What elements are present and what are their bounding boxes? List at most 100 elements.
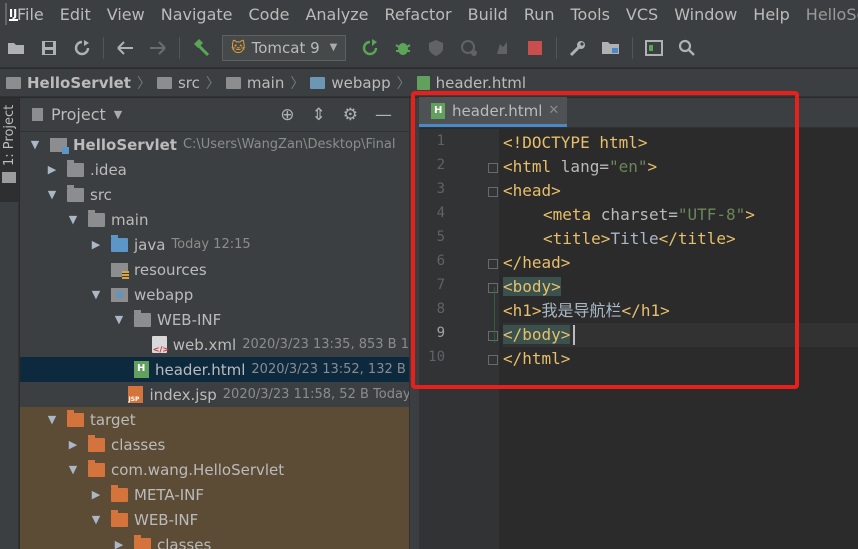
chevron-down-icon[interactable]: ▼ — [66, 463, 80, 476]
chevron-down-icon[interactable]: ▼ — [112, 313, 126, 326]
breadcrumb-webapp[interactable]: webapp — [310, 74, 391, 92]
code-line-5: <title>Title</title> — [543, 227, 736, 251]
fold-marker-icon[interactable] — [488, 355, 498, 365]
locate-crosshair-icon[interactable]: ⊕ — [280, 105, 294, 125]
save-all-icon[interactable] — [37, 36, 61, 60]
chevron-right-icon[interactable]: ▶ — [89, 488, 103, 501]
code-token: "UTF-8" — [677, 205, 746, 224]
code-area[interactable]: <!DOCTYPE html> <html lang="en"> <head> … — [503, 129, 858, 549]
menu-vcs[interactable]: VCS — [626, 5, 658, 24]
chevron-down-icon[interactable]: ▼ — [89, 288, 103, 301]
hide-minus-icon[interactable]: — — [375, 105, 392, 125]
tree-item-meta-inf[interactable]: ▶ META-INF — [20, 482, 409, 507]
menu-run[interactable]: Run — [524, 5, 555, 24]
fold-marker-icon[interactable] — [488, 331, 498, 341]
sync-icon[interactable] — [70, 36, 94, 60]
chevron-down-icon[interactable]: ▼ — [114, 108, 122, 121]
breadcrumb-label: src — [177, 73, 200, 92]
editor-tab-header-html[interactable]: header.html ✕ — [419, 97, 568, 127]
menu-file[interactable]: File — [17, 5, 44, 24]
back-arrow-icon[interactable] — [113, 36, 137, 60]
chevron-right-icon[interactable]: ▶ — [89, 238, 103, 251]
tree-item-artifact[interactable]: ▼ com.wang.HelloServlet — [20, 457, 409, 482]
tree-item-target[interactable]: ▼ target — [20, 407, 409, 432]
menu-view[interactable]: View — [107, 5, 145, 24]
tree-item-resources[interactable]: ▶ resources — [20, 257, 409, 282]
breadcrumb-label: main — [246, 73, 285, 92]
search-icon[interactable] — [675, 36, 699, 60]
stop-icon[interactable] — [523, 36, 547, 60]
breadcrumb-file[interactable]: header.html — [416, 74, 526, 92]
tree-item-web-xml[interactable]: ▶ web.xml 2020/3/23 13:35, 853 B 1 — [20, 332, 409, 357]
build-hammer-icon[interactable] — [189, 36, 213, 60]
close-icon[interactable]: ✕ — [548, 103, 559, 118]
tree-item-classes[interactable]: ▶ classes — [20, 432, 409, 457]
gear-icon[interactable]: ⚙ — [343, 105, 358, 125]
menu-tools[interactable]: Tools — [571, 5, 610, 24]
chevron-right-icon[interactable]: ▶ — [45, 163, 59, 176]
tree-item-idea[interactable]: ▶ .idea — [20, 157, 409, 182]
profile-icon[interactable] — [457, 36, 481, 60]
settings-wrench-icon[interactable] — [566, 36, 590, 60]
chevron-down-icon[interactable]: ▼ — [45, 188, 59, 201]
breadcrumb-main[interactable]: main — [225, 73, 285, 92]
chevron-down-icon[interactable]: ▼ — [66, 213, 80, 226]
tree-item-web-inf[interactable]: ▼ WEB-INF — [20, 307, 409, 332]
open-folder-icon[interactable] — [4, 36, 28, 60]
project-tool-button[interactable]: 1: Project — [0, 98, 19, 202]
forward-arrow-icon[interactable] — [146, 36, 170, 60]
tree-item-header-html[interactable]: ▶ header.html 2020/3/23 13:52, 132 B — [20, 357, 409, 382]
attach-debugger-icon[interactable] — [490, 36, 514, 60]
project-structure-icon[interactable] — [599, 36, 623, 60]
tree-item-main[interactable]: ▼ main — [20, 207, 409, 232]
menu-code[interactable]: Code — [249, 5, 290, 24]
intellij-logo-icon — [5, 3, 18, 25]
line-number: 4 — [436, 205, 445, 221]
code-editor: header.html ✕ 1 2 3 4 5 6 7 8 9 10 <!DOC… — [419, 97, 858, 549]
breadcrumb-src[interactable]: src — [156, 73, 200, 92]
chevron-right-icon[interactable]: ▶ — [112, 538, 126, 549]
coverage-shield-icon[interactable] — [424, 36, 448, 60]
menu-build[interactable]: Build — [468, 5, 508, 24]
panel-splitter[interactable] — [409, 98, 419, 549]
menu-analyze[interactable]: Analyze — [305, 5, 368, 24]
collapse-all-icon[interactable]: ⇕ — [312, 105, 326, 125]
menu-help[interactable]: Help — [753, 5, 789, 24]
project-view-label[interactable]: Project — [51, 105, 106, 124]
tree-item-label: classes — [111, 435, 166, 454]
toolbar-separator — [103, 36, 104, 59]
menu-refactor[interactable]: Refactor — [385, 5, 452, 24]
debug-bug-icon[interactable] — [391, 36, 415, 60]
menu-window[interactable]: Window — [674, 5, 737, 24]
tree-item-webapp[interactable]: ▼ webapp — [20, 282, 409, 307]
fold-marker-icon[interactable] — [488, 163, 498, 173]
code-token: </title> — [658, 229, 736, 248]
line-number: 8 — [436, 301, 445, 317]
tree-item-index-jsp[interactable]: ▶ index.jsp 2020/3/23 11:58, 52 B Today — [20, 382, 409, 407]
chevron-down-icon[interactable]: ▼ — [28, 138, 42, 151]
tree-item-classes-target[interactable]: ▶ classes — [20, 532, 409, 549]
menu-edit[interactable]: Edit — [60, 5, 91, 24]
line-number: 9 — [436, 325, 445, 341]
code-token: <meta — [543, 205, 601, 224]
fold-marker-icon[interactable] — [488, 283, 498, 293]
editor-tab-bar: header.html ✕ — [419, 97, 858, 128]
chevron-right-icon[interactable]: ▶ — [66, 438, 80, 451]
terminal-window-icon[interactable] — [642, 36, 666, 60]
fold-marker-icon[interactable] — [488, 187, 498, 197]
tree-item-web-inf-target[interactable]: ▼ WEB-INF — [20, 507, 409, 532]
line-number: 2 — [436, 157, 445, 173]
breadcrumb-project[interactable]: HelloServlet — [6, 74, 131, 92]
chevron-down-icon[interactable]: ▼ — [89, 513, 103, 526]
code-token: lang= — [560, 157, 609, 176]
rerun-icon[interactable] — [358, 36, 382, 60]
fold-marker-icon[interactable] — [488, 259, 498, 269]
tree-item-src[interactable]: ▼ src — [20, 182, 409, 207]
tree-item-helloservlet[interactable]: ▼ HelloServlet C:\Users\WangZan\Desktop\… — [20, 132, 409, 157]
folder-icon — [67, 184, 84, 202]
code-token: charset= — [600, 205, 678, 224]
menu-navigate[interactable]: Navigate — [161, 5, 233, 24]
chevron-down-icon[interactable]: ▼ — [45, 413, 59, 426]
run-config-select[interactable]: 🐱 Tomcat 9 ▼ — [222, 34, 347, 61]
tree-item-java[interactable]: ▶ java Today 12:15 — [20, 232, 409, 257]
